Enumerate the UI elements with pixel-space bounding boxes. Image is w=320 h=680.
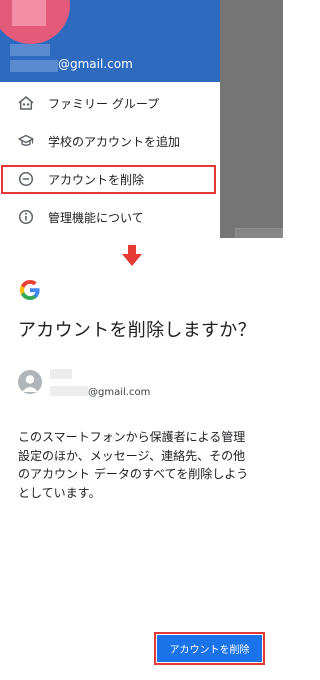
account-email: @gmail.com xyxy=(88,387,151,398)
description-line: としています。 xyxy=(18,485,101,500)
family-home-icon xyxy=(18,95,34,111)
account-email: @gmail.com xyxy=(58,57,133,71)
drawer-screenshot: @gmail.com ファミリー グループ 学校のアカウントを追加 アカウントを… xyxy=(0,0,283,238)
redacted-username xyxy=(50,386,88,396)
menu-label: 学校のアカウントを追加 xyxy=(48,134,181,149)
description-line: 設定のほか、メッセージ、連絡先、その他 xyxy=(18,448,246,463)
remove-account-button[interactable]: アカウントを削除 xyxy=(157,635,262,662)
redacted-name xyxy=(10,44,50,56)
profile-avatar[interactable] xyxy=(0,0,70,44)
menu-label: ファミリー グループ xyxy=(48,96,160,111)
dialog-title: アカウントを削除しますか？ xyxy=(18,320,256,341)
menu-label: 管理機能について xyxy=(48,210,144,225)
account-avatar-icon xyxy=(18,370,42,394)
menu-item-family-group[interactable]: ファミリー グループ xyxy=(0,84,220,122)
menu-item-about-supervision[interactable]: 管理機能について xyxy=(0,198,220,236)
description-line: このスマートフォンから保護者による管理 xyxy=(18,430,246,444)
background-card xyxy=(235,228,283,238)
drawer-header: @gmail.com xyxy=(0,0,220,82)
drawer-menu: ファミリー グループ 学校のアカウントを追加 アカウントを削除 管理機能について xyxy=(0,82,220,238)
highlight-box-remove-menu xyxy=(1,165,216,194)
redacted-name xyxy=(50,369,72,379)
dialog-description: このスマートフォンから保護者による管理 設定のほか、メッセージ、連絡先、その他 … xyxy=(18,428,268,502)
redacted-username xyxy=(10,60,58,72)
description-line: のアカウント データのすべてを削除しよう xyxy=(18,467,249,481)
info-icon xyxy=(18,209,34,225)
school-cap-icon xyxy=(18,133,34,149)
down-arrow-icon xyxy=(122,245,142,267)
menu-item-add-school-account[interactable]: 学校のアカウントを追加 xyxy=(0,122,220,160)
google-logo-icon xyxy=(18,278,42,302)
